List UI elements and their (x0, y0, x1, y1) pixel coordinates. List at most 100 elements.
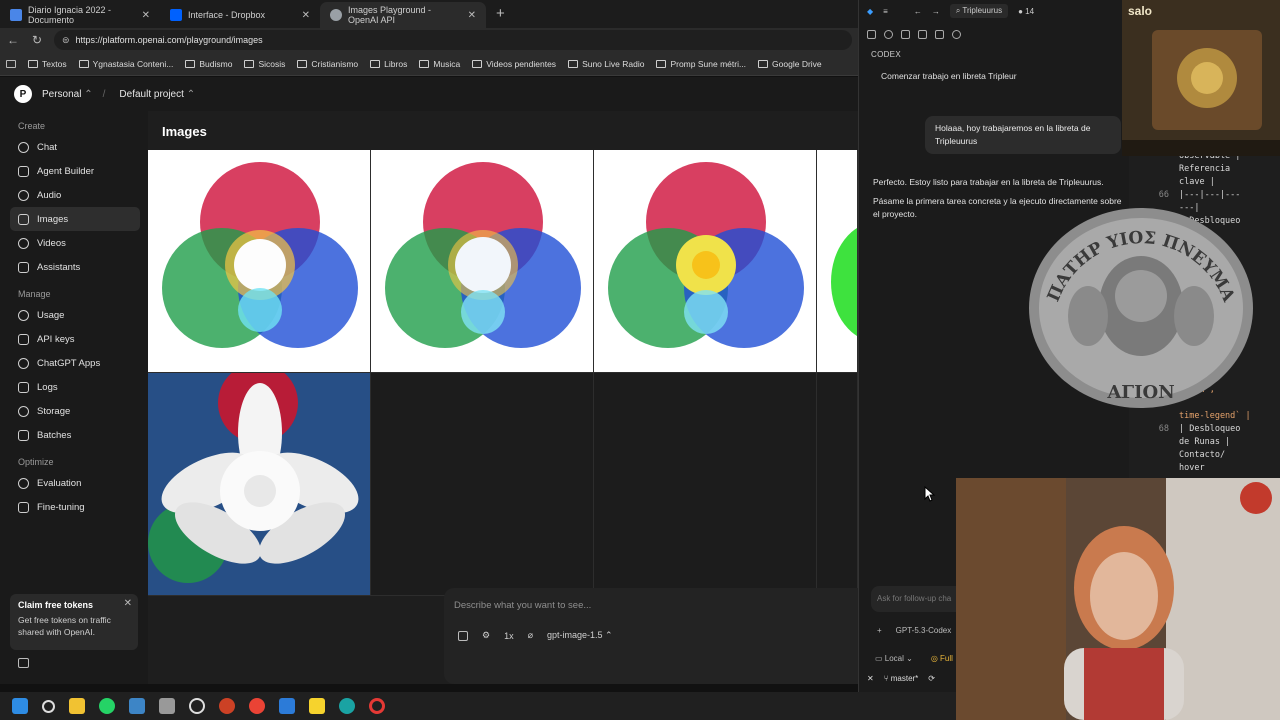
claim-tokens-card[interactable]: Claim free tokens Get free tokens on tra… (10, 594, 138, 650)
search-box[interactable]: ⌕ Tripleuurus (949, 4, 1009, 18)
new-tab-icon[interactable]: + (496, 2, 505, 28)
remote-icon[interactable]: ✕ (867, 674, 874, 683)
chrome-icon[interactable] (249, 698, 265, 714)
gallery-icon[interactable] (458, 630, 468, 641)
sidebar-item-evaluation[interactable]: Evaluation (0, 471, 140, 495)
coin-image: ΠΑΤΗΡ ΥΙΟΣ ΠΝΕΥΜΑ ΑΓΙΟΝ (1029, 208, 1253, 408)
bookmark-item[interactable]: Ygnastasia Conteni... (78, 59, 173, 69)
sidebar-item-storage[interactable]: Storage (0, 399, 140, 423)
sidebar-item-assistants[interactable]: Assistants (0, 255, 140, 279)
bookmark-item[interactable]: Google Drive (758, 59, 822, 69)
image-icon (18, 213, 29, 225)
search-text: Tripleuurus (962, 6, 1003, 15)
bookmark-item[interactable]: Textos (28, 59, 67, 69)
bookmark-item[interactable]: Budismo (185, 59, 232, 69)
forward-icon[interactable]: → (932, 7, 940, 16)
generated-image-4[interactable] (817, 150, 858, 373)
thumb-label: salo (1128, 4, 1153, 18)
sidebar-toggle-icon[interactable] (18, 658, 29, 668)
settings-sliders-icon[interactable]: ⚙ (482, 630, 490, 641)
run-icon[interactable] (918, 29, 927, 39)
sidebar-item-images[interactable]: Images (10, 207, 140, 231)
environment-selector[interactable]: ▭ Local ⌄ (875, 654, 913, 663)
close-icon[interactable]: ✕ (302, 10, 310, 21)
add-icon[interactable]: + (877, 626, 882, 635)
url-field[interactable]: ⊜ https://platform.openai.com/playground… (54, 30, 852, 50)
org-avatar[interactable]: P (14, 85, 32, 103)
sidebar-item-videos[interactable]: Videos (0, 231, 140, 255)
sidebar-item-chat[interactable]: Chat (0, 135, 140, 159)
claim-title: Claim free tokens (18, 600, 94, 610)
access-selector[interactable]: ◎ Full (931, 654, 953, 663)
close-icon[interactable]: ✕ (468, 10, 476, 21)
bookmark-item[interactable]: Videos pendientes (472, 59, 556, 69)
line-number: 68 (1158, 424, 1169, 434)
generated-image-1[interactable] (148, 150, 371, 373)
org-selector[interactable]: Personal ⌃ (42, 89, 93, 100)
codex-model[interactable]: GPT-5.3-Codex (896, 626, 952, 635)
source-control-icon[interactable] (901, 29, 910, 39)
site-info-icon[interactable]: ⊜ (62, 35, 70, 46)
sidebar-item-audio[interactable]: Audio (0, 183, 140, 207)
sidebar-item-logs[interactable]: Logs (0, 375, 140, 399)
user-message: Holaaa, hoy trabajaremos en la libreta d… (925, 116, 1121, 154)
close-icon[interactable]: ✕ (142, 10, 150, 21)
video-icon (18, 237, 29, 249)
browser-tab-1[interactable]: Diario Ignacia 2022 - Documento ✕ (0, 2, 160, 28)
sidebar-item-usage[interactable]: Usage (0, 303, 140, 327)
assistants-icon (18, 261, 29, 273)
folder-icon (656, 59, 667, 68)
windows-start-icon[interactable] (12, 698, 28, 714)
generated-image-3[interactable] (594, 150, 817, 373)
bookmark-item[interactable]: Suno Live Radio (568, 59, 644, 69)
vscode-icon[interactable] (279, 698, 295, 714)
search-icon[interactable] (42, 699, 55, 713)
sync-icon[interactable]: ⟳ (928, 674, 935, 683)
folder-icon (472, 59, 483, 68)
window-icon[interactable] (129, 698, 145, 714)
app-icon[interactable] (159, 698, 175, 714)
prompt-input[interactable]: Describe what you want to see... (454, 600, 591, 611)
openai-icon[interactable] (952, 29, 961, 39)
attach-icon[interactable]: ⌀ (528, 630, 533, 641)
bookmark-item[interactable]: Sicosis (244, 59, 285, 69)
followup-input[interactable]: Ask for follow-up cha (871, 586, 961, 612)
branch-indicator[interactable]: ⑂ master* (884, 674, 919, 683)
opera-icon[interactable] (369, 698, 385, 714)
generated-image-5[interactable] (148, 373, 371, 596)
bookmark-item[interactable]: Promp Sune métri... (656, 59, 746, 69)
access-level: Full (940, 654, 953, 663)
extensions-icon[interactable] (935, 29, 944, 39)
back-icon[interactable]: ← (914, 7, 922, 16)
apps-icon[interactable] (6, 59, 16, 68)
menu-icon[interactable]: ≡ (883, 7, 888, 16)
browser-tab-3[interactable]: Images Playground - OpenAI API ✕ (320, 2, 486, 28)
bookmark-item[interactable]: Musica (419, 59, 460, 69)
back-icon[interactable]: ← (6, 33, 20, 47)
app-icon[interactable] (219, 698, 235, 714)
bookmark-label: Budismo (199, 58, 233, 69)
bookmark-item[interactable]: Cristianismo (297, 59, 358, 69)
count-selector[interactable]: 1x (504, 631, 514, 641)
bookmark-item[interactable]: Libros (370, 59, 407, 69)
ornate-book-image (1122, 0, 1280, 156)
sidebar-item-agent-builder[interactable]: Agent Builder (0, 159, 140, 183)
section-label: Create (18, 121, 46, 131)
whatsapp-icon[interactable] (99, 698, 115, 714)
notes-icon[interactable] (309, 698, 325, 714)
close-icon[interactable]: ✕ (124, 598, 132, 609)
model-selector[interactable]: gpt-image-1.5 ⌃ (547, 630, 613, 641)
sidebar-item-api-keys[interactable]: API keys (0, 327, 140, 351)
sidebar-item-batches[interactable]: Batches (0, 423, 140, 447)
generated-image-2[interactable] (371, 150, 594, 373)
files-icon[interactable] (867, 29, 876, 39)
sidebar-item-chatgpt-apps[interactable]: ChatGPT Apps (0, 351, 140, 375)
chatgpt-icon[interactable] (189, 698, 205, 714)
reload-icon[interactable]: ↻ (30, 33, 44, 47)
sidebar-item-fine-tuning[interactable]: Fine-tuning (0, 495, 140, 519)
browser-tab-2[interactable]: Interface - Dropbox ✕ (160, 2, 320, 28)
file-explorer-icon[interactable] (69, 698, 85, 714)
search-icon[interactable] (884, 29, 893, 39)
edge-icon[interactable] (339, 698, 355, 714)
project-selector[interactable]: Default project ⌃ (119, 89, 195, 100)
